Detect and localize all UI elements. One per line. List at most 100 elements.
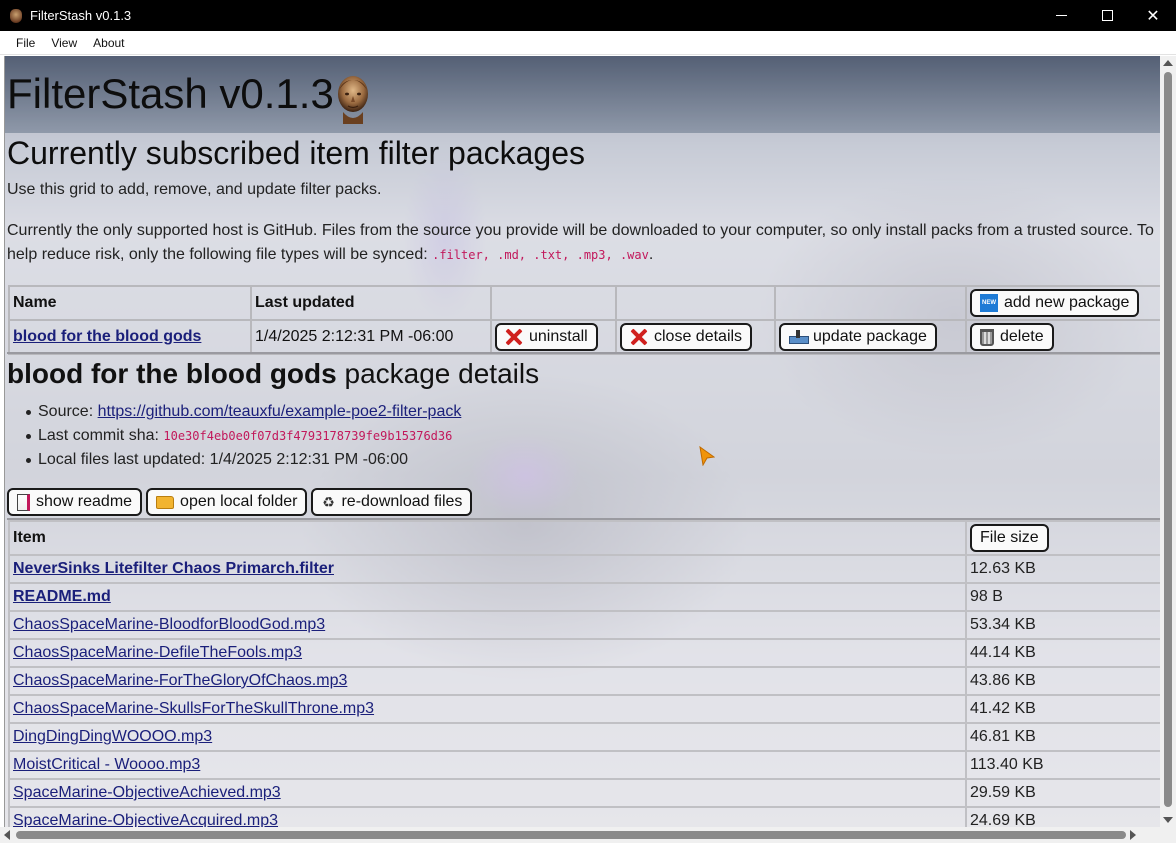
file-size-cell: 113.40 KB (965, 750, 1160, 780)
vertical-scroll-thumb[interactable] (1164, 72, 1172, 807)
package-name-link[interactable]: blood for the blood gods (13, 328, 201, 345)
file-size-cell: 43.86 KB (965, 666, 1160, 696)
details-heading: blood for the blood gods package details (7, 356, 539, 392)
packages-table: Name Last updated NEW add new package blo… (8, 285, 1160, 355)
file-types-code: .filter, .md, .txt, .mp3, .wav (432, 248, 649, 262)
file-size-cell: 98 B (965, 582, 1160, 612)
scroll-up-icon[interactable] (1163, 60, 1173, 66)
scroll-right-icon[interactable] (1130, 830, 1136, 840)
file-link[interactable]: MoistCritical - Woooo.mp3 (13, 756, 200, 773)
minimize-button[interactable] (1038, 0, 1084, 31)
file-link[interactable]: ChaosSpaceMarine-DefileTheFools.mp3 (13, 644, 302, 661)
file-name-cell: MoistCritical - Woooo.mp3 (8, 750, 967, 780)
file-link[interactable]: NeverSinks Litefilter Chaos Primarch.fil… (13, 560, 334, 577)
details-list: Source: https://github.com/teauxfu/examp… (25, 400, 462, 472)
x-icon (505, 328, 523, 346)
file-row: NeverSinks Litefilter Chaos Primarch.fil… (8, 554, 1160, 584)
open-local-folder-button[interactable]: open local folder (146, 488, 308, 516)
vertical-scrollbar[interactable] (1160, 56, 1176, 827)
close-details-button[interactable]: close details (620, 323, 753, 351)
file-link[interactable]: ChaosSpaceMarine-ForTheGloryOfChaos.mp3 (13, 672, 347, 689)
uninstall-label: uninstall (529, 328, 588, 345)
sha-value: 10e30f4eb0e0f07d3f4793178739fe9b15376d36 (163, 429, 453, 443)
title-bar: FilterStash v0.1.3 ✕ (0, 0, 1176, 31)
sha-label: Last commit sha: (38, 427, 164, 444)
file-row: DingDingDingWOOOO.mp3 46.81 KB (8, 722, 1160, 752)
files-header-row: Item File size (8, 520, 1160, 556)
files-body: NeverSinks Litefilter Chaos Primarch.fil… (8, 554, 1160, 827)
x-icon (630, 328, 648, 346)
delete-label: delete (1000, 328, 1044, 345)
col-empty-1 (490, 285, 617, 321)
file-name-cell: README.md (8, 582, 967, 612)
new-icon: NEW (980, 294, 998, 312)
file-row: ChaosSpaceMarine-ForTheGloryOfChaos.mp3 4… (8, 666, 1160, 696)
file-size-sort-button[interactable]: File size (970, 524, 1049, 552)
close-window-button[interactable]: ✕ (1130, 0, 1176, 31)
horizontal-scroll-thumb[interactable] (16, 831, 1126, 839)
scroll-down-icon[interactable] (1163, 817, 1173, 823)
section-divider (7, 352, 1160, 354)
close-details-label: close details (654, 328, 743, 345)
menu-view[interactable]: View (43, 32, 85, 54)
file-link[interactable]: DingDingDingWOOOO.mp3 (13, 728, 212, 745)
source-label: Source: (38, 403, 98, 420)
subscribed-heading: Currently subscribed item filter package… (7, 135, 586, 171)
col-add: NEW add new package (965, 285, 1160, 321)
document-icon (17, 493, 30, 511)
detail-local-updated: Local files last updated: 1/4/2025 2:12:… (25, 448, 461, 472)
file-name-cell: ChaosSpaceMarine-BloodforBloodGod.mp3 (8, 610, 967, 640)
details-package-name: blood for the blood gods (7, 358, 337, 389)
update-package-label: update package (813, 328, 927, 345)
file-name-cell: SpaceMarine-ObjectiveAchieved.mp3 (8, 778, 967, 808)
subscribed-notice: Currently the only supported host is Git… (7, 219, 1157, 267)
file-link[interactable]: SpaceMarine-ObjectiveAcquired.mp3 (13, 812, 278, 827)
open-local-folder-label: open local folder (180, 493, 298, 510)
file-link[interactable]: SpaceMarine-ObjectiveAchieved.mp3 (13, 784, 281, 801)
delete-button[interactable]: delete (970, 323, 1054, 351)
show-readme-button[interactable]: show readme (7, 488, 143, 516)
detail-source: Source: https://github.com/teauxfu/examp… (25, 400, 462, 424)
local-label: Local files last updated: (38, 451, 210, 468)
detail-sha: Last commit sha: 10e30f4eb0e0f07d3f47931… (25, 424, 461, 448)
col-item: Item (8, 520, 967, 556)
file-row: ChaosSpaceMarine-SkullsForTheSkullThrone… (8, 694, 1160, 724)
mouse-cursor-icon (699, 446, 715, 466)
file-name-cell: SpaceMarine-ObjectiveAcquired.mp3 (8, 806, 967, 827)
update-icon (789, 330, 809, 344)
add-new-package-button[interactable]: NEW add new package (970, 289, 1140, 317)
uninstall-button[interactable]: uninstall (495, 323, 598, 351)
file-row: ChaosSpaceMarine-DefileTheFools.mp3 44.14… (8, 638, 1160, 668)
horizontal-scrollbar[interactable] (0, 827, 1160, 843)
package-row: blood for the blood gods 1/4/2025 2:12:3… (8, 319, 1160, 355)
maximize-button[interactable] (1084, 0, 1130, 31)
col-empty-2 (615, 285, 776, 321)
maximize-icon (1101, 10, 1113, 21)
main-content: FilterStash v0.1.3 Currently subscribed … (4, 56, 1160, 827)
menu-file[interactable]: File (8, 32, 43, 54)
file-name-cell: NeverSinks Litefilter Chaos Primarch.fil… (8, 554, 967, 584)
file-size-cell: 29.59 KB (965, 778, 1160, 808)
col-name: Name (8, 285, 252, 321)
window-title: FilterStash v0.1.3 (30, 8, 132, 23)
file-size-cell: 41.42 KB (965, 694, 1160, 724)
col-empty-3 (774, 285, 967, 321)
file-size-cell: 44.14 KB (965, 638, 1160, 668)
scroll-left-icon[interactable] (4, 830, 10, 840)
file-link[interactable]: ChaosSpaceMarine-SkullsForTheSkullThrone… (13, 700, 374, 717)
redownload-label: re-download files (341, 493, 463, 510)
file-name-cell: ChaosSpaceMarine-ForTheGloryOfChaos.mp3 (8, 666, 967, 696)
show-readme-label: show readme (36, 493, 133, 510)
file-size-cell: 46.81 KB (965, 722, 1160, 752)
source-url-link[interactable]: https://github.com/teauxfu/example-poe2-… (98, 403, 462, 420)
file-row: README.md 98 B (8, 582, 1160, 612)
file-link[interactable]: ChaosSpaceMarine-BloodforBloodGod.mp3 (13, 616, 325, 633)
trash-icon (980, 328, 994, 346)
menu-about[interactable]: About (85, 32, 132, 54)
file-link[interactable]: README.md (13, 588, 111, 605)
update-package-button[interactable]: update package (779, 323, 937, 351)
recycle-icon: ♻ (322, 494, 335, 510)
details-heading-rest: package details (336, 358, 540, 389)
redownload-files-button[interactable]: ♻ re-download files (311, 488, 473, 516)
app-icon (10, 8, 22, 23)
